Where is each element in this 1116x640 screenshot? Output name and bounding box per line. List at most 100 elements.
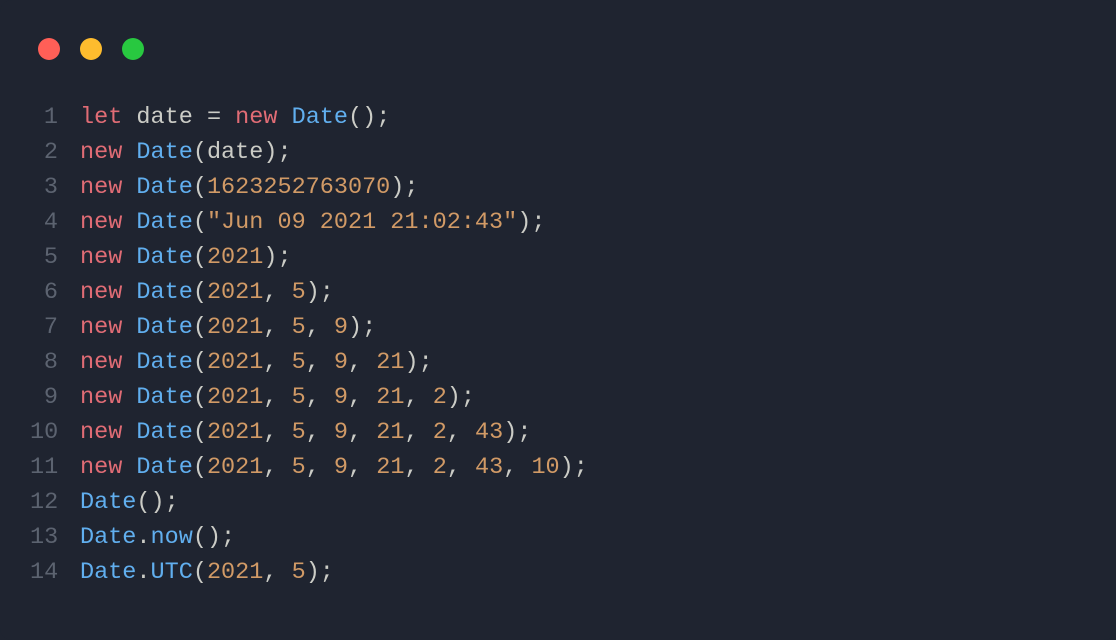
token: Date bbox=[292, 104, 348, 131]
code-content[interactable]: Date.UTC(2021, 5); bbox=[80, 555, 334, 590]
code-line[interactable]: 14Date.UTC(2021, 5); bbox=[30, 555, 1086, 590]
line-number: 14 bbox=[30, 555, 80, 590]
code-content[interactable]: new Date(2021, 5, 9); bbox=[80, 310, 376, 345]
token bbox=[122, 139, 136, 166]
token: = bbox=[207, 104, 221, 131]
token: Date bbox=[136, 419, 192, 446]
token: , bbox=[447, 419, 475, 446]
token: Date bbox=[136, 244, 192, 271]
code-content[interactable]: new Date(2021, 5, 9, 21, 2, 43, 10); bbox=[80, 450, 588, 485]
token: 2021 bbox=[207, 279, 263, 306]
traffic-lights bbox=[38, 38, 144, 60]
token: "Jun 09 2021 21:02:43" bbox=[207, 209, 517, 236]
code-content[interactable]: new Date(1623252763070); bbox=[80, 170, 419, 205]
token: , bbox=[404, 419, 432, 446]
token: 2021 bbox=[207, 384, 263, 411]
token: let bbox=[80, 104, 122, 131]
token: 2021 bbox=[207, 454, 263, 481]
token: 5 bbox=[292, 384, 306, 411]
line-number: 8 bbox=[30, 345, 80, 380]
line-number: 13 bbox=[30, 520, 80, 555]
token: Date bbox=[80, 524, 136, 551]
code-line[interactable]: 12Date(); bbox=[30, 485, 1086, 520]
token bbox=[122, 279, 136, 306]
code-content[interactable]: Date(); bbox=[80, 485, 179, 520]
code-content[interactable]: new Date(date); bbox=[80, 135, 292, 170]
token: ( bbox=[193, 419, 207, 446]
code-content[interactable]: new Date(2021, 5, 9, 21, 2, 43); bbox=[80, 415, 531, 450]
token: ); bbox=[404, 349, 432, 376]
token: , bbox=[263, 384, 291, 411]
token: , bbox=[263, 559, 291, 586]
token: 43 bbox=[475, 454, 503, 481]
token: new bbox=[80, 174, 122, 201]
token bbox=[122, 244, 136, 271]
code-line[interactable]: 1let date = new Date(); bbox=[30, 100, 1086, 135]
token: 2021 bbox=[207, 314, 263, 341]
code-line[interactable]: 8new Date(2021, 5, 9, 21); bbox=[30, 345, 1086, 380]
token bbox=[122, 454, 136, 481]
code-content[interactable]: Date.now(); bbox=[80, 520, 235, 555]
code-line[interactable]: 4new Date("Jun 09 2021 21:02:43"); bbox=[30, 205, 1086, 240]
token bbox=[122, 349, 136, 376]
token: ( bbox=[193, 559, 207, 586]
code-line[interactable]: 2new Date(date); bbox=[30, 135, 1086, 170]
token: ( bbox=[193, 139, 207, 166]
token: , bbox=[306, 314, 334, 341]
token: Date bbox=[136, 279, 192, 306]
token: 5 bbox=[292, 454, 306, 481]
code-editor[interactable]: 1let date = new Date();2new Date(date);3… bbox=[30, 100, 1086, 590]
token: 9 bbox=[334, 419, 348, 446]
token: ( bbox=[193, 454, 207, 481]
token: 21 bbox=[376, 419, 404, 446]
line-number: 5 bbox=[30, 240, 80, 275]
token: , bbox=[263, 349, 291, 376]
token: ); bbox=[306, 559, 334, 586]
minimize-icon[interactable] bbox=[80, 38, 102, 60]
line-number: 1 bbox=[30, 100, 80, 135]
token: ( bbox=[193, 174, 207, 201]
code-line[interactable]: 7new Date(2021, 5, 9); bbox=[30, 310, 1086, 345]
token: ( bbox=[193, 244, 207, 271]
token: Date bbox=[80, 489, 136, 516]
line-number: 7 bbox=[30, 310, 80, 345]
code-content[interactable]: let date = new Date(); bbox=[80, 100, 390, 135]
token: (); bbox=[136, 489, 178, 516]
line-number: 4 bbox=[30, 205, 80, 240]
token: ); bbox=[517, 209, 545, 236]
token: , bbox=[306, 349, 334, 376]
token: (); bbox=[193, 524, 235, 551]
token: 5 bbox=[292, 419, 306, 446]
token: Date bbox=[136, 384, 192, 411]
token: Date bbox=[136, 314, 192, 341]
token: . bbox=[136, 524, 150, 551]
token: Date bbox=[136, 349, 192, 376]
token: , bbox=[263, 279, 291, 306]
close-icon[interactable] bbox=[38, 38, 60, 60]
token: , bbox=[404, 384, 432, 411]
token: 9 bbox=[334, 349, 348, 376]
token bbox=[277, 104, 291, 131]
code-line[interactable]: 6new Date(2021, 5); bbox=[30, 275, 1086, 310]
maximize-icon[interactable] bbox=[122, 38, 144, 60]
token: new bbox=[80, 209, 122, 236]
code-content[interactable]: new Date(2021, 5, 9, 21); bbox=[80, 345, 433, 380]
token: ); bbox=[306, 279, 334, 306]
code-content[interactable]: new Date(2021); bbox=[80, 240, 292, 275]
token: , bbox=[447, 454, 475, 481]
token: new bbox=[80, 244, 122, 271]
token bbox=[122, 209, 136, 236]
code-content[interactable]: new Date(2021, 5, 9, 21, 2); bbox=[80, 380, 475, 415]
token: ( bbox=[193, 314, 207, 341]
code-content[interactable]: new Date(2021, 5); bbox=[80, 275, 334, 310]
code-content[interactable]: new Date("Jun 09 2021 21:02:43"); bbox=[80, 205, 545, 240]
code-line[interactable]: 5new Date(2021); bbox=[30, 240, 1086, 275]
line-number: 9 bbox=[30, 380, 80, 415]
code-line[interactable]: 10new Date(2021, 5, 9, 21, 2, 43); bbox=[30, 415, 1086, 450]
code-line[interactable]: 11new Date(2021, 5, 9, 21, 2, 43, 10); bbox=[30, 450, 1086, 485]
token: 21 bbox=[376, 349, 404, 376]
code-line[interactable]: 9new Date(2021, 5, 9, 21, 2); bbox=[30, 380, 1086, 415]
code-line[interactable]: 13Date.now(); bbox=[30, 520, 1086, 555]
code-line[interactable]: 3new Date(1623252763070); bbox=[30, 170, 1086, 205]
token bbox=[193, 104, 207, 131]
